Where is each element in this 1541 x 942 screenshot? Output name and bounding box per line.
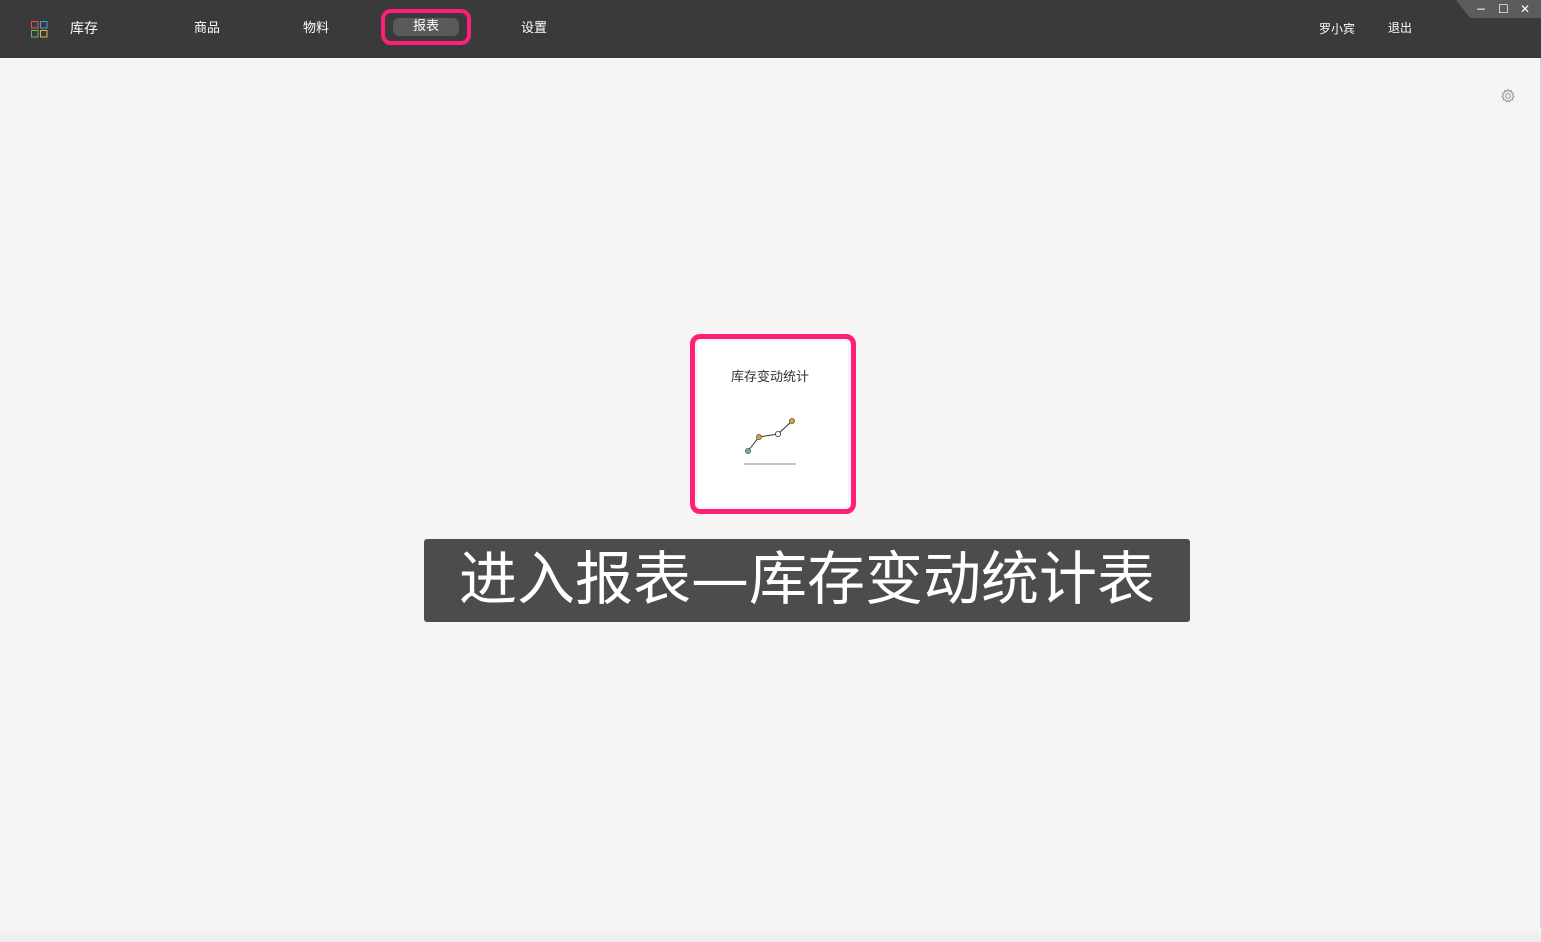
close-button[interactable]: ✕ — [1520, 1, 1530, 17]
nav-item-reports-highlight: 报表 — [381, 9, 471, 45]
gear-icon[interactable] — [1500, 88, 1516, 104]
line-chart-icon — [744, 418, 796, 465]
app-title: 库存 — [70, 21, 98, 37]
tutorial-caption: 进入报表—库存变动统计表 — [424, 539, 1190, 622]
minimize-button[interactable]: − — [1476, 1, 1486, 17]
nav-item-reports[interactable]: 报表 — [393, 18, 459, 36]
maximize-button[interactable]: ☐ — [1498, 1, 1509, 17]
report-card-title: 库存变动统计 — [730, 370, 809, 385]
top-navigation-bar: 库存 商品 物料 报表 设置 罗小宾 退出 − ☐ ✕ — [0, 0, 1541, 58]
user-name[interactable]: 罗小宾 — [1319, 20, 1355, 38]
bottom-edge — [0, 928, 1541, 942]
apps-grid-icon[interactable] — [31, 21, 48, 38]
nav-item-products[interactable]: 商品 — [194, 19, 220, 39]
nav-item-settings[interactable]: 设置 — [521, 19, 547, 39]
logout-button[interactable]: 退出 — [1388, 19, 1412, 37]
report-card-inventory-change[interactable]: 库存变动统计 — [698, 342, 848, 506]
app-window: 库存 商品 物料 报表 设置 罗小宾 退出 − ☐ ✕ 库存变动统计 进入报表—… — [0, 0, 1541, 942]
window-controls: − ☐ ✕ — [1456, 0, 1541, 18]
nav-item-materials[interactable]: 物料 — [303, 19, 329, 39]
